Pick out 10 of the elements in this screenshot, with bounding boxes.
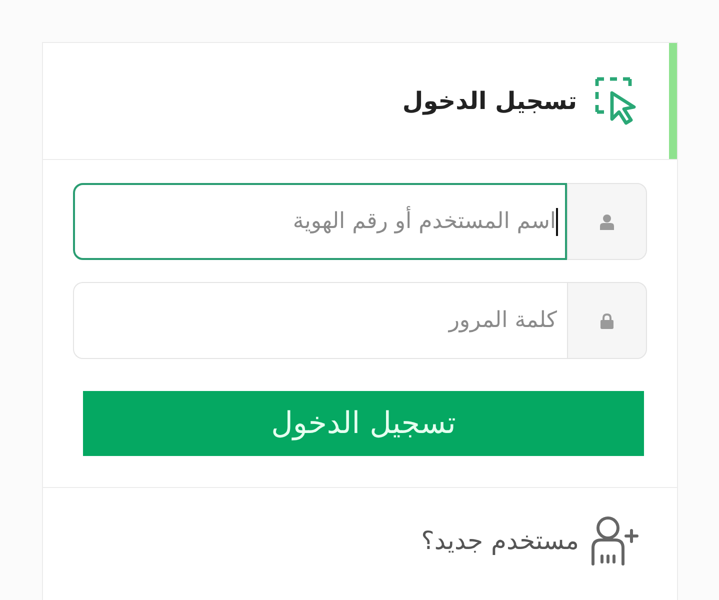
card-title: تسجيل الدخول [402, 86, 577, 117]
user-plus-icon [591, 516, 639, 566]
lock-icon [600, 312, 614, 328]
text-cursor-icon [556, 208, 558, 236]
input-field[interactable]: اسم المستخدم أو رقم الهوية [73, 183, 567, 260]
input-field[interactable]: كلمة المرور [73, 282, 567, 359]
cursor-selection-icon [595, 77, 637, 125]
new-user-link[interactable]: مستخدم جديد؟ [421, 522, 579, 560]
login-button[interactable]: تسجيل الدخول [83, 391, 644, 456]
user-icon [600, 214, 614, 230]
